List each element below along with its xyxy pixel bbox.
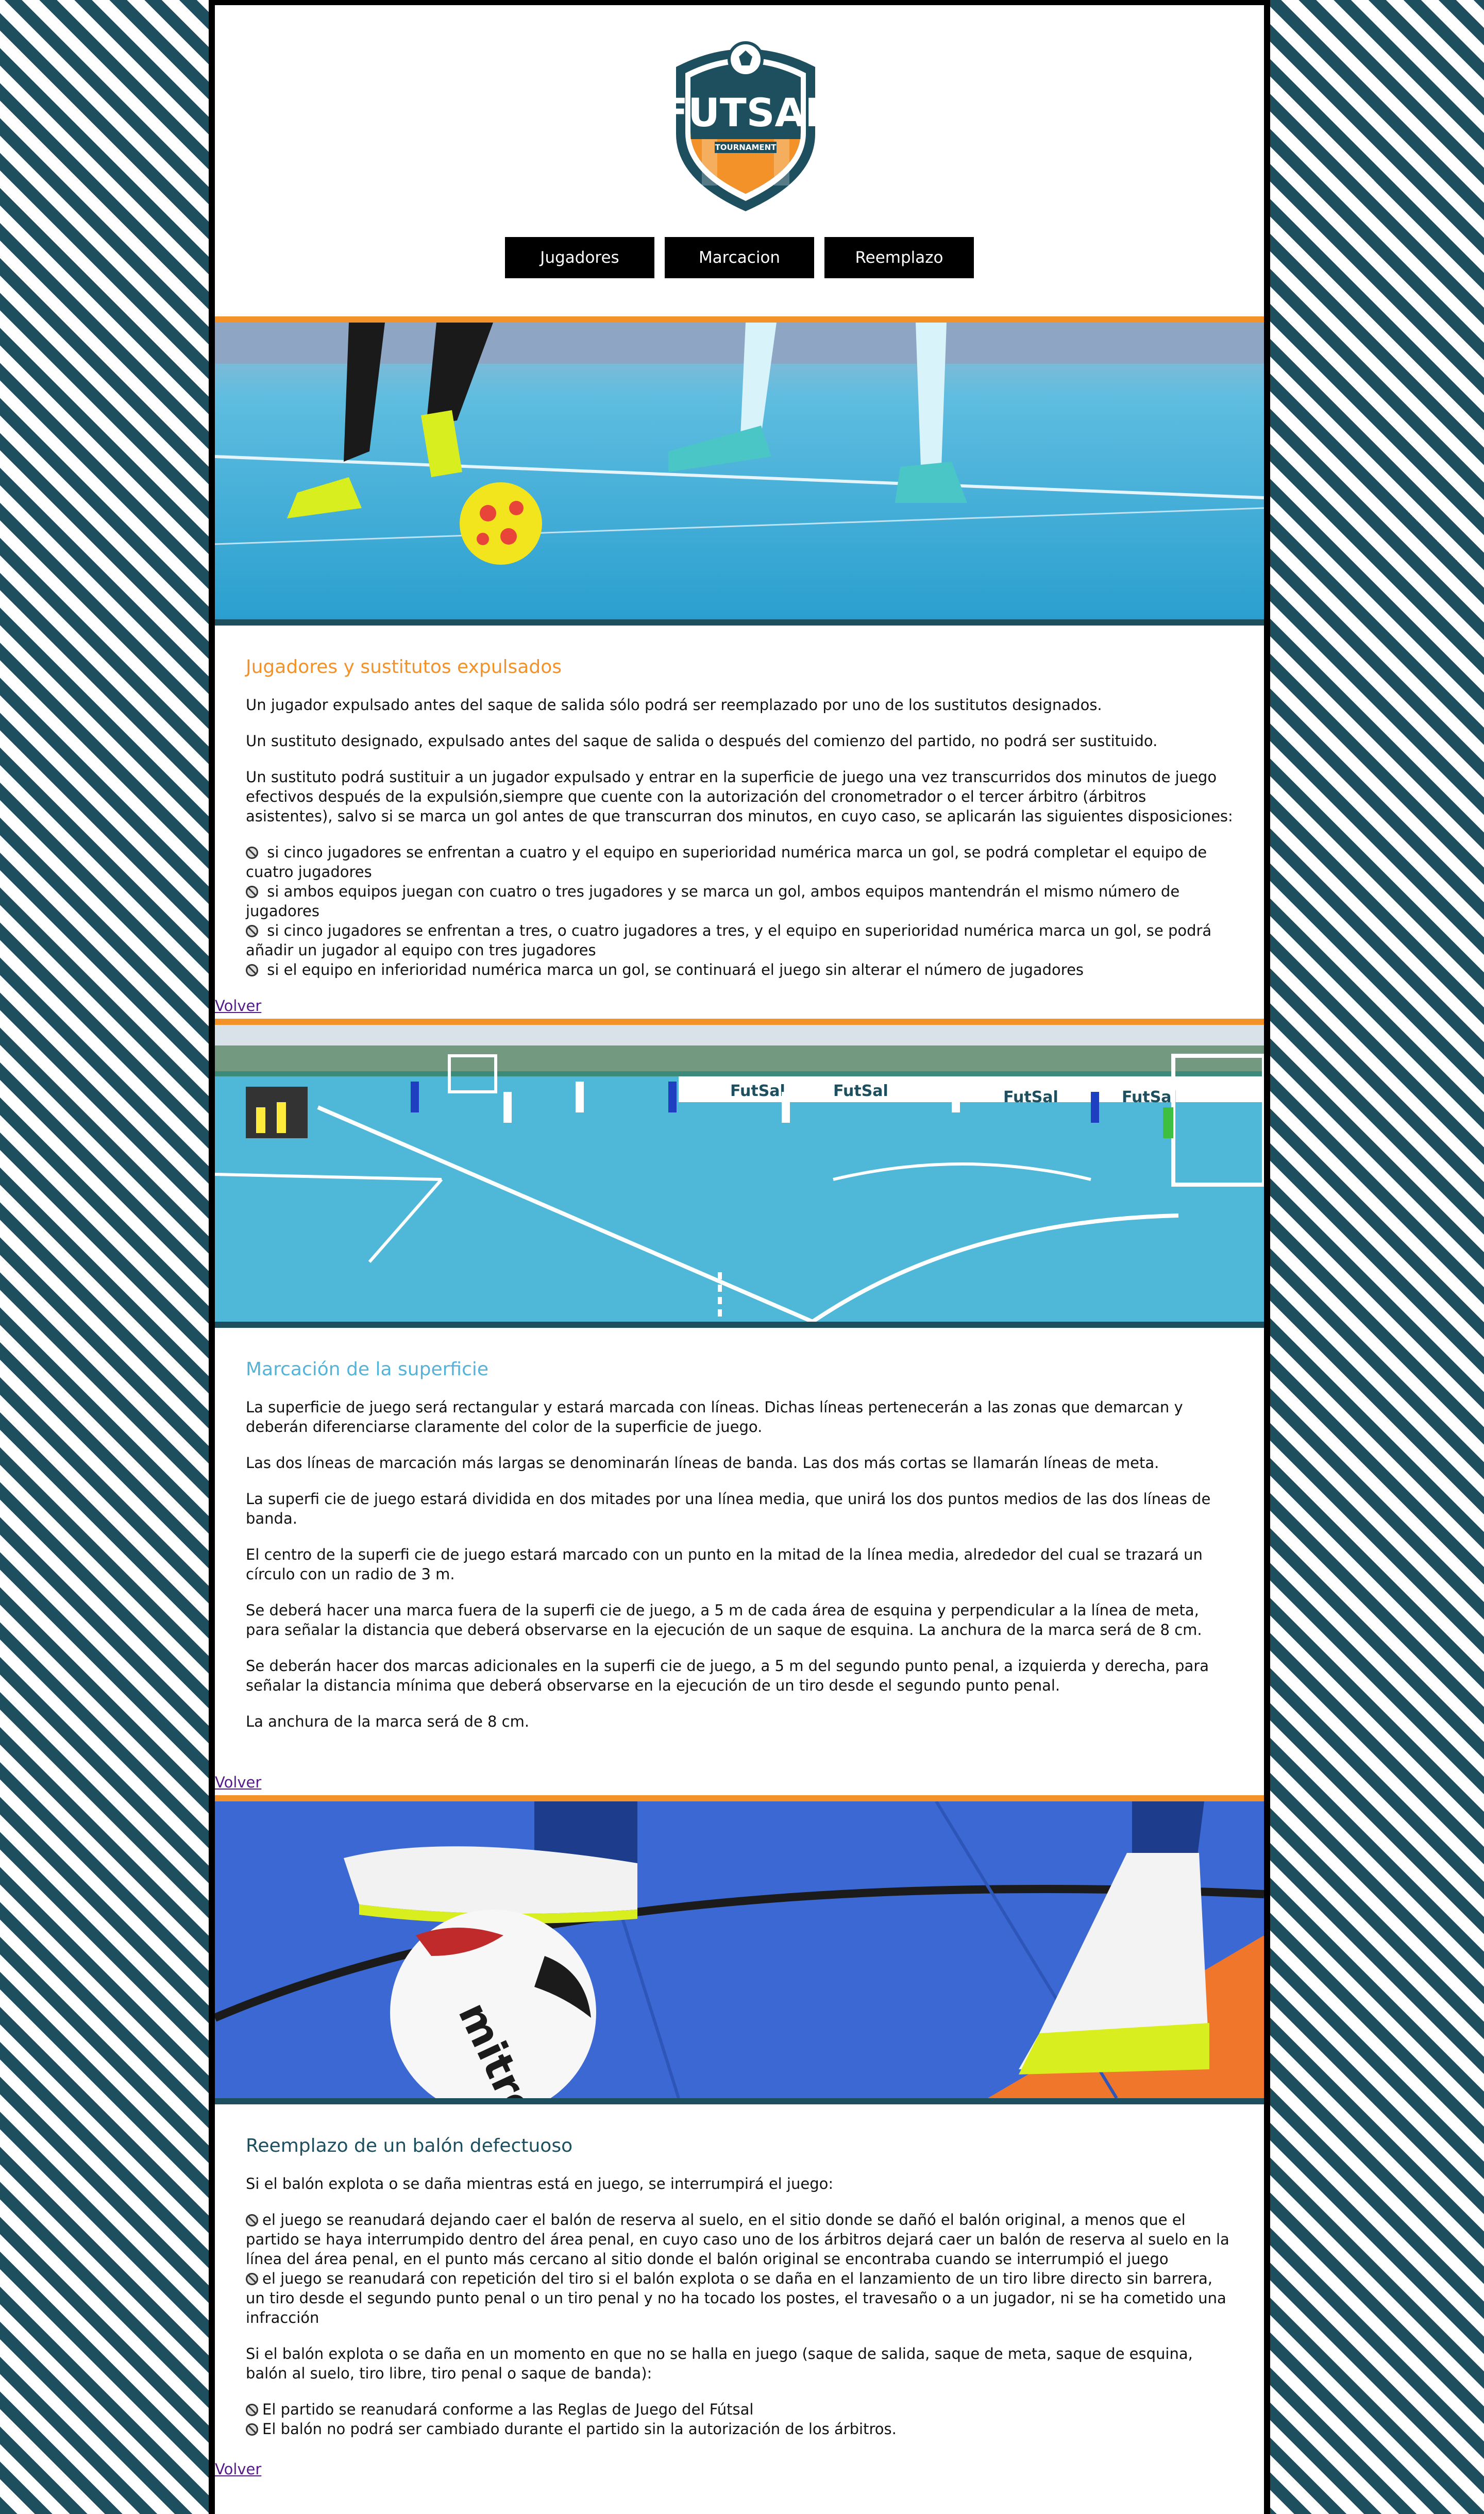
prohibited-icon (246, 2273, 258, 2285)
banner-players-feet (215, 316, 1264, 626)
rules-list: el juego se reanudará dejando caer el ba… (246, 2210, 1233, 2327)
list-item: si el equipo en inferioridad numérica ma… (246, 960, 1233, 980)
list-item: si ambos equipos juegan con cuatro o tre… (246, 883, 1180, 920)
banner-ball-image: mitre (215, 1801, 1264, 2098)
list-item: si cinco jugadores se enfrentan a tres, … (246, 922, 1212, 959)
section-marcacion: Marcación de la superficie La superficie… (215, 1328, 1264, 1731)
list-item: el juego se reanudará con repetición del… (246, 2270, 1226, 2326)
banner-arena: FutSal FutSal FutSal FutSal (215, 1019, 1264, 1328)
paragraph: La superficie de juego será rectangular … (246, 1398, 1183, 1436)
prohibited-icon (246, 2404, 258, 2416)
section-reemplazo-title: Reemplazo de un balón defectuoso (246, 2135, 573, 2156)
banner-players-feet-image (215, 323, 1264, 619)
banner-arena-image: FutSal FutSal FutSal FutSal (215, 1025, 1264, 1322)
banner-ball: mitre (215, 1795, 1264, 2104)
futsal-logo: FUTSAL TOURNAMENT (666, 41, 825, 211)
paragraph: Si el balón explota o se daña mientras e… (246, 2175, 834, 2192)
prohibited-icon (246, 964, 258, 976)
page-container: FUTSAL TOURNAMENT Jugadores Marcacion Re… (209, 0, 1270, 2514)
svg-text:FutSal: FutSal (730, 1082, 785, 1100)
prohibited-icon (246, 2423, 258, 2436)
section-marcacion-title: Marcación de la superficie (246, 1359, 489, 1380)
nav-jugadores-button[interactable]: Jugadores (505, 237, 654, 278)
prohibited-icon (246, 886, 258, 898)
prohibited-icon (246, 925, 258, 937)
svg-text:FUTSAL: FUTSAL (666, 90, 825, 136)
nav-bar: Jugadores Marcacion Reemplazo (215, 237, 1264, 278)
paragraph: La anchura de la marca será de 8 cm. (246, 1713, 530, 1730)
paragraph: Las dos líneas de marcación más largas s… (246, 1454, 1159, 1472)
section-reemplazo: Reemplazo de un balón defectuoso Si el b… (215, 2104, 1264, 2439)
paragraph: Se deberá hacer una marca fuera de la su… (246, 1601, 1202, 1639)
prohibited-icon (246, 847, 258, 859)
paragraph: El centro de la superfi cie de juego est… (246, 1546, 1203, 1583)
paragraph: Un sustituto podrá sustituir a un jugado… (246, 768, 1233, 825)
prohibited-icon (246, 2214, 258, 2226)
paragraph: Si el balón explota o se daña en un mome… (246, 2345, 1193, 2382)
svg-text:TOURNAMENT: TOURNAMENT (715, 143, 777, 152)
list-item: si cinco jugadores se enfrentan a cuatro… (246, 843, 1207, 881)
rules-list: El partido se reanudará conforme a las R… (246, 2400, 1233, 2439)
paragraph: La superfi cie de juego estará dividida … (246, 1490, 1211, 1527)
nav-reemplazo-button[interactable]: Reemplazo (824, 237, 974, 278)
header: FUTSAL TOURNAMENT Jugadores Marcacion Re… (215, 5, 1264, 316)
section-jugadores-title: Jugadores y sustitutos expulsados (246, 656, 562, 678)
list-item: El partido se reanudará conforme a las R… (246, 2400, 1233, 2419)
nav-marcacion-button[interactable]: Marcacion (665, 237, 814, 278)
paragraph: Se deberán hacer dos marcas adicionales … (246, 1657, 1209, 1694)
section-jugadores: Jugadores y sustitutos expulsados Un jug… (215, 626, 1264, 980)
list-item: el juego se reanudará dejando caer el ba… (246, 2211, 1229, 2268)
volver-link[interactable]: Volver (215, 1773, 1264, 1792)
paragraph: Un jugador expulsado antes del saque de … (246, 696, 1102, 714)
svg-text:FutSal: FutSal (1003, 1088, 1058, 1106)
list-item: El balón no podrá ser cambiado durante e… (246, 2419, 1233, 2439)
svg-text:FutSal: FutSal (1122, 1088, 1177, 1106)
paragraph: Un sustituto designado, expulsado antes … (246, 732, 1158, 750)
volver-link[interactable]: Volver (215, 996, 1264, 1016)
svg-text:FutSal: FutSal (833, 1082, 888, 1100)
volver-link[interactable]: Volver (215, 2459, 1264, 2479)
rules-list: si cinco jugadores se enfrentan a cuatro… (246, 842, 1233, 980)
